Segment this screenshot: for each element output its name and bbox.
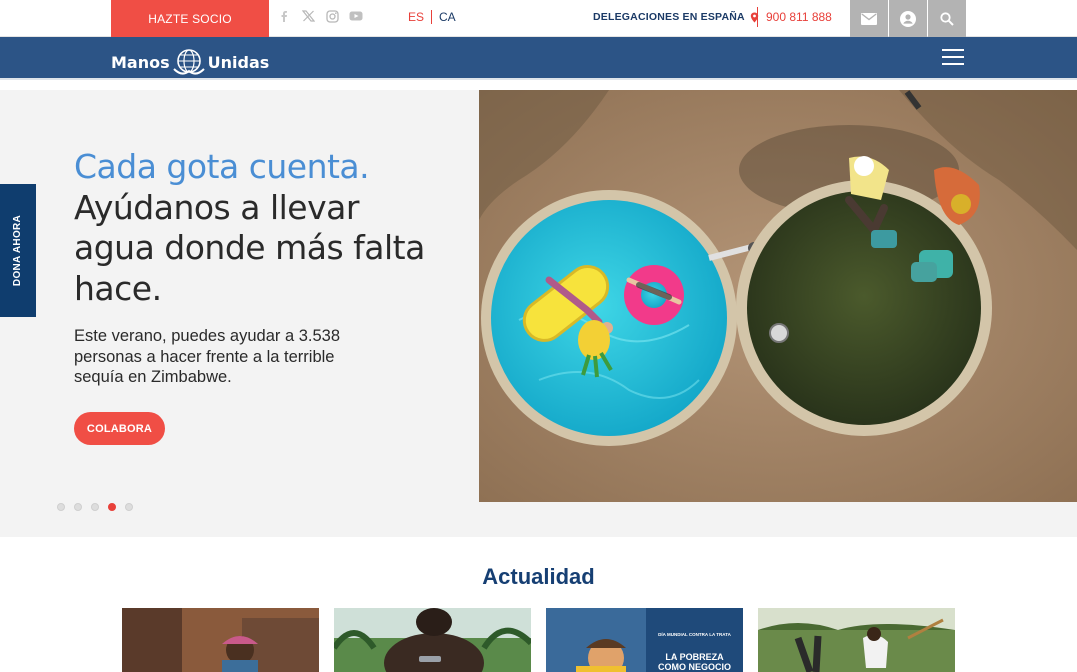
pools-aerial-photo xyxy=(479,90,1077,502)
instagram-icon[interactable] xyxy=(325,9,339,23)
facebook-icon[interactable] xyxy=(277,9,291,23)
menu-line xyxy=(942,56,964,58)
slider-dot[interactable] xyxy=(108,503,116,511)
news-card-line-1: LA POBREZA xyxy=(665,652,724,662)
menu-button[interactable] xyxy=(942,47,964,67)
hero-headline-rest: Ayúdanos a llevar agua donde más falta h… xyxy=(74,187,425,308)
hero-headline-highlight: Cada gota cuenta. xyxy=(74,147,370,186)
dona-ahora-label: DONA AHORA xyxy=(12,214,24,287)
phone-divider xyxy=(757,7,758,27)
delegaciones-link[interactable]: DELEGACIONES EN ESPAÑA xyxy=(593,11,759,23)
phone-link[interactable]: 900 811 888 xyxy=(766,10,832,24)
hazte-socio-button[interactable]: HAZTE SOCIO xyxy=(111,0,269,37)
slider-dot[interactable] xyxy=(125,503,133,511)
manos-unidas-logo[interactable]: Manos Unidas xyxy=(111,47,269,77)
hero-description: Este verano, puedes ayudar a 3.538 perso… xyxy=(74,327,341,386)
hero-headline: Cada gota cuenta. Ayúdanos a llevar agua… xyxy=(74,147,434,309)
delegaciones-label: DELEGACIONES EN ESPAÑA xyxy=(593,11,745,23)
news-card[interactable] xyxy=(758,608,955,672)
youtube-icon[interactable] xyxy=(349,9,363,23)
lang-ca-link[interactable]: CA xyxy=(439,10,456,24)
logo-text-left: Manos xyxy=(111,52,170,72)
slider-dots xyxy=(57,503,133,511)
hero-image xyxy=(479,90,1077,502)
dona-ahora-tab[interactable]: DONA AHORA xyxy=(0,184,36,317)
lang-es-link[interactable]: ES xyxy=(408,10,424,24)
user-button[interactable] xyxy=(889,0,927,37)
top-bar: HAZTE SOCIO ES CA DELEGACIONES EN ESPAÑA… xyxy=(0,0,1077,37)
search-icon xyxy=(940,11,954,26)
search-button[interactable] xyxy=(928,0,966,37)
logo-text-right: Unidas xyxy=(207,52,270,72)
globe-hands-icon xyxy=(172,49,205,75)
news-card[interactable]: DÍA MUNDIAL CONTRA LA TRATA LA POBREZA C… xyxy=(546,608,743,672)
slider-dot[interactable] xyxy=(74,503,82,511)
mail-icon xyxy=(861,12,877,25)
news-card-text: LA POBREZA COMO NEGOCIO xyxy=(646,652,743,672)
news-card-tag: DÍA MUNDIAL CONTRA LA TRATA xyxy=(658,632,731,637)
lang-divider xyxy=(431,10,433,24)
news-card-line-2: COMO NEGOCIO xyxy=(657,662,731,672)
x-icon[interactable] xyxy=(301,9,315,23)
news-card-image xyxy=(758,608,955,672)
menu-line xyxy=(942,63,964,65)
slider-dot[interactable] xyxy=(57,503,65,511)
news-card-image xyxy=(334,608,531,672)
menu-line xyxy=(942,49,964,51)
language-switcher: ES CA xyxy=(408,10,456,24)
main-navbar: Manos Unidas xyxy=(0,37,1077,80)
social-links xyxy=(277,9,363,23)
actualidad-heading: Actualidad xyxy=(482,564,595,589)
mail-button[interactable] xyxy=(850,0,888,37)
news-card-image xyxy=(122,608,319,672)
colabora-button[interactable]: COLABORA xyxy=(74,412,165,445)
user-icon xyxy=(900,10,916,27)
hero-slider: DONA AHORA Cada gota cuenta. Ayúdanos a … xyxy=(0,90,1077,537)
slider-dot[interactable] xyxy=(91,503,99,511)
news-card[interactable] xyxy=(122,608,319,672)
news-card[interactable] xyxy=(334,608,531,672)
